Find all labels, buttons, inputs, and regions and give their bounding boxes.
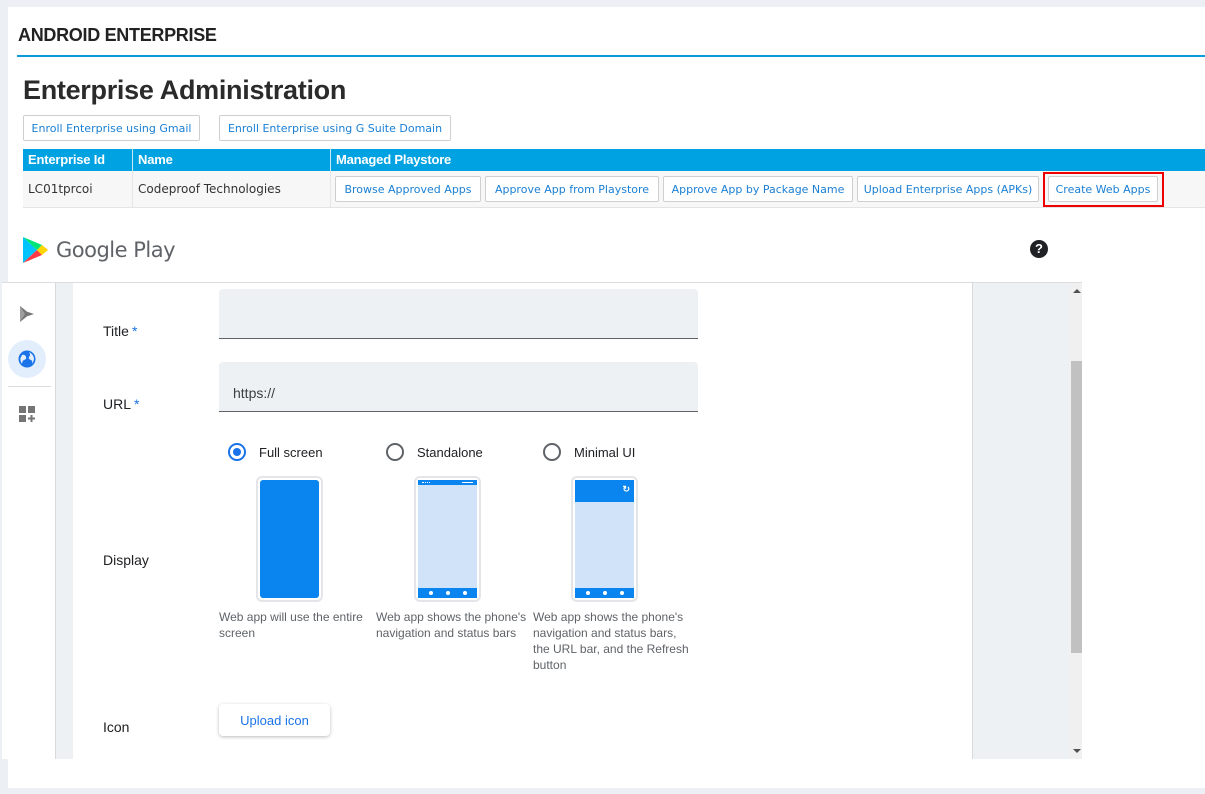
scroll-down-arrow-icon[interactable] [1073,749,1081,753]
url-input[interactable]: https:// [219,362,698,412]
name-cell: Codeproof Technologies [138,182,281,196]
highlight-annotation [1043,172,1164,207]
minimal-ui-description: Web app shows the phone's navigation and… [533,610,689,672]
enterprise-id-cell: LC01tprcoi [28,182,93,196]
radio-full-screen[interactable] [228,443,246,461]
phone-preview-full-screen [256,476,323,602]
web-globe-icon[interactable] [8,340,46,378]
navigation-rail [2,283,55,759]
approve-app-from-playstore-button[interactable]: Approve App from Playstore [485,176,659,202]
table-header: Enterprise Id Name Managed Playstore [23,149,1205,171]
radio-minimal-ui[interactable] [543,443,561,461]
phone-screen [418,480,477,598]
column-header-enterprise-id: Enterprise Id [28,152,105,167]
rail-divider [8,386,51,387]
web-app-form: Title * URL * https:// Display Full screen… [73,283,972,759]
display-option-minimal-ui[interactable]: Minimal UI [543,443,635,461]
section-title: ANDROID ENTERPRISE [18,25,217,45]
title-input[interactable] [219,289,698,339]
scroll-thumb[interactable] [1071,361,1082,653]
display-label: Display [103,552,149,568]
google-play-logo: Google Play [22,236,176,264]
url-label: URL * [103,396,139,412]
url-bar: ↻ [575,480,634,502]
title-label-text: Title [103,323,129,339]
google-play-iframe: Title * URL * https:// Display Full screen… [2,282,1082,759]
table-row: LC01tprcoi Codeproof Technologies Browse… [23,171,1205,208]
standalone-description: Web app shows the phone's navigation and… [376,610,527,640]
refresh-icon: ↻ [622,484,630,494]
status-bar [418,480,477,485]
navigation-bar [575,588,634,598]
browse-approved-apps-button[interactable]: Browse Approved Apps [335,176,481,202]
required-mark: * [131,323,138,339]
approve-app-by-package-name-button[interactable]: Approve App by Package Name [663,176,853,202]
google-play-brand-text: Google Play [56,238,176,262]
url-label-text: URL [103,396,132,412]
radio-full-screen-label: Full screen [259,444,323,460]
google-play-header: Google Play ? [2,228,1082,283]
phone-screen [260,480,319,598]
add-widgets-icon[interactable] [8,395,46,433]
phone-screen: ↻ [575,480,634,598]
scroll-up-arrow-icon[interactable] [1073,289,1081,293]
upload-icon-button[interactable]: Upload icon [219,704,330,736]
radio-minimal-ui-label: Minimal UI [574,444,636,460]
required-mark: * [134,396,140,412]
cell-separator [330,171,331,207]
icon-label: Icon [103,719,130,735]
google-play-triangle-icon [23,237,48,263]
play-apps-icon[interactable] [8,295,46,333]
navigation-bar [418,588,477,598]
column-header-managed-playstore: Managed Playstore [336,152,452,167]
phone-preview-standalone [414,476,481,602]
radio-standalone[interactable] [386,443,404,461]
upload-enterprise-apps-button[interactable]: Upload Enterprise Apps (APKs) [857,176,1039,202]
phone-preview-minimal-ui: ↻ [571,476,638,602]
help-circle-icon[interactable]: ? [1030,240,1048,258]
enroll-gsuite-button[interactable]: Enroll Enterprise using G Suite Domain [219,115,451,141]
display-option-standalone[interactable]: Standalone [386,443,483,461]
right-panel [972,283,1070,759]
column-header-name: Name [138,152,173,167]
vertical-scrollbar[interactable] [1070,283,1082,759]
page-title: Enterprise Administration [23,75,347,105]
title-label: Title * [103,323,137,339]
enterprise-table: Enterprise Id Name Managed Playstore LC0… [23,149,1205,208]
left-gutter [55,283,73,759]
enroll-gmail-button[interactable]: Enroll Enterprise using Gmail [23,115,200,141]
section-divider [17,55,1205,57]
display-option-full-screen[interactable]: Full screen [228,443,323,461]
full-screen-description: Web app will use the entire screen [219,610,363,640]
radio-standalone-label: Standalone [417,444,483,460]
